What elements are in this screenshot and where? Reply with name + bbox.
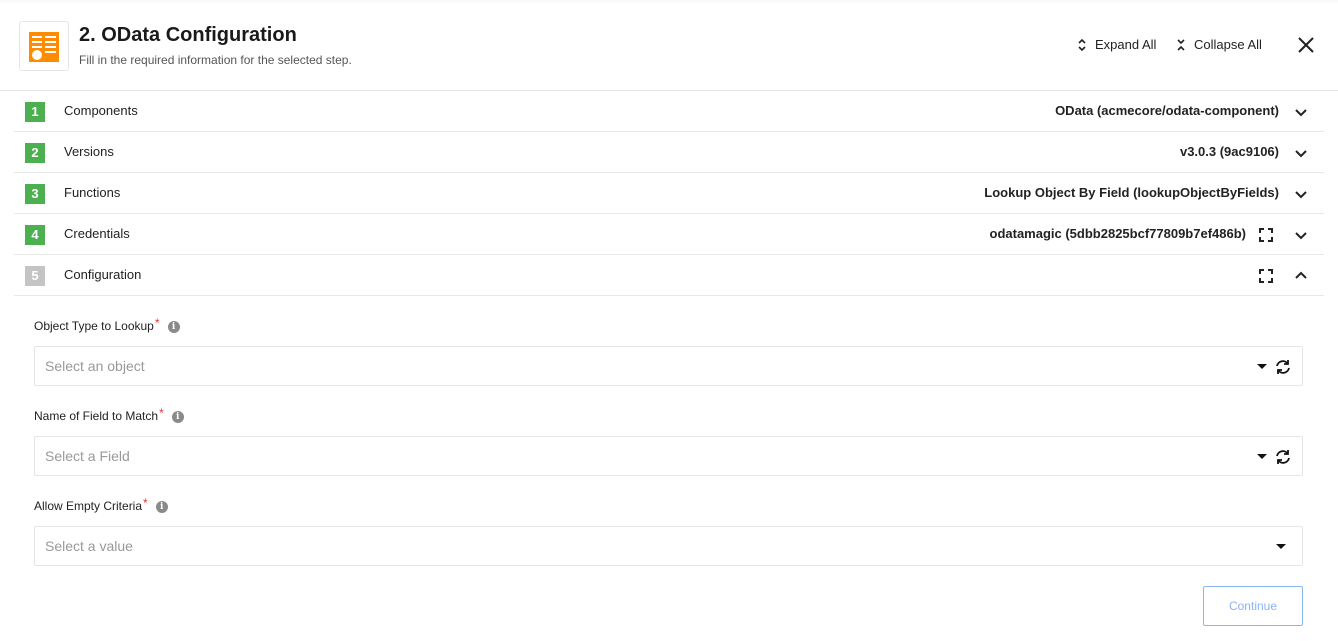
object-type-select[interactable]: Select an object <box>34 346 1303 386</box>
fullscreen-icon[interactable] <box>1258 268 1274 284</box>
select-placeholder: Select a value <box>45 538 133 554</box>
step-number-badge: 5 <box>25 266 45 286</box>
required-asterisk: * <box>154 316 160 330</box>
step-label: Components <box>64 103 138 118</box>
step-logo <box>19 21 69 71</box>
step-number-badge: 3 <box>25 184 45 204</box>
chevron-down-icon[interactable] <box>1294 105 1308 119</box>
step-label: Credentials <box>64 226 130 241</box>
close-icon <box>1298 37 1314 53</box>
step-label: Versions <box>64 144 114 159</box>
required-asterisk: * <box>143 496 148 510</box>
field-label-field-to-match: Name of Field to Match * i <box>34 406 184 423</box>
field-label-allow-empty-criteria: Allow Empty Criteria * i <box>34 496 168 513</box>
collapse-all-button[interactable]: Collapse All <box>1176 37 1262 52</box>
field-label-text: Allow Empty Criteria <box>34 499 143 513</box>
step-number-badge: 1 <box>25 102 45 122</box>
allow-empty-criteria-select[interactable]: Select a value <box>34 526 1303 566</box>
caret-down-icon <box>1257 454 1267 459</box>
steps-list: 1 Components OData (acmecore/odata-compo… <box>14 91 1324 296</box>
step-number-badge: 2 <box>25 143 45 163</box>
page-subtitle: Fill in the required information for the… <box>79 53 352 67</box>
form-list-icon <box>29 32 59 62</box>
expand-icon <box>1078 38 1086 51</box>
chevron-down-icon[interactable] <box>1294 228 1308 242</box>
chevron-up-icon[interactable] <box>1294 269 1308 283</box>
page-title: 2. OData Configuration <box>79 24 297 46</box>
field-label-object-type: Object Type to Lookup * i <box>34 316 180 333</box>
step-value: odatamagic (5dbb2825bcf77809b7ef486b) <box>989 226 1247 241</box>
field-to-match-select[interactable]: Select a Field <box>34 436 1303 476</box>
caret-down-icon <box>1257 364 1267 369</box>
step-row-versions[interactable]: 2 Versions v3.0.3 (9ac9106) <box>14 132 1324 173</box>
step-label: Functions <box>64 185 121 200</box>
step-row-credentials[interactable]: 4 Credentials odatamagic (5dbb2825bcf778… <box>14 214 1324 255</box>
step-row-configuration[interactable]: 5 Configuration <box>14 255 1324 296</box>
step-row-components[interactable]: 1 Components OData (acmecore/odata-compo… <box>14 91 1324 132</box>
info-icon[interactable]: i <box>155 501 168 513</box>
expand-all-button[interactable]: Expand All <box>1077 37 1156 52</box>
step-label: Configuration <box>64 267 142 282</box>
required-asterisk: * <box>159 406 164 420</box>
refresh-icon[interactable] <box>1274 448 1292 466</box>
continue-button[interactable]: Continue <box>1203 586 1303 626</box>
refresh-icon[interactable] <box>1274 358 1292 376</box>
info-icon[interactable]: i <box>167 321 180 333</box>
expand-all-label: Expand All <box>1095 37 1157 52</box>
step-value: v3.0.3 (9ac9106) <box>1179 144 1279 159</box>
step-number-badge: 4 <box>25 225 45 245</box>
collapse-all-label: Collapse All <box>1194 37 1262 52</box>
select-placeholder: Select an object <box>45 358 145 374</box>
caret-down-icon <box>1276 544 1286 549</box>
field-label-text: Object Type to Lookup <box>34 319 154 333</box>
step-value: OData (acmecore/odata-component) <box>1055 103 1279 118</box>
step-row-functions[interactable]: 3 Functions Lookup Object By Field (look… <box>14 173 1324 214</box>
collapse-icon <box>1177 38 1185 51</box>
step-header: 2. OData Configuration Fill in the requi… <box>0 0 1338 91</box>
select-placeholder: Select a Field <box>45 448 130 464</box>
close-button[interactable] <box>1296 35 1316 55</box>
info-icon[interactable]: i <box>171 411 184 423</box>
chevron-down-icon[interactable] <box>1294 146 1308 160</box>
chevron-down-icon[interactable] <box>1294 187 1308 201</box>
field-label-text: Name of Field to Match <box>34 409 159 423</box>
step-value: Lookup Object By Field (lookupObjectByFi… <box>984 185 1279 200</box>
fullscreen-icon[interactable] <box>1258 227 1274 243</box>
